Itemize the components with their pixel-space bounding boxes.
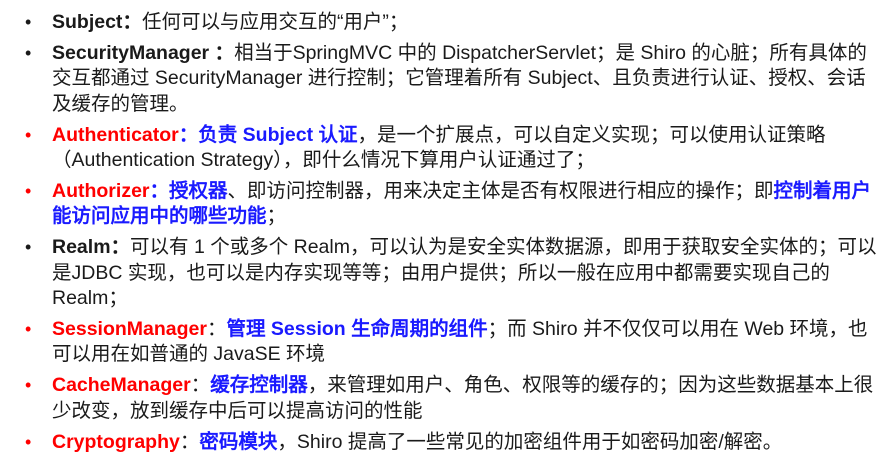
term-label: SessionManager [52,317,207,340]
list-item: • Authenticator：负责 Subject 认证，是一个扩展点，可以自定… [25,123,883,174]
description-text: ，Shiro 提高了一些常见的加密组件用于如密码加密/解密。 [277,430,783,453]
list-item: • SessionManager：管理 Session 生命周期的组件；而 Shi… [25,317,883,368]
term-label: CacheManager [52,374,191,397]
bullet-icon: • [25,180,32,201]
list-item: • CacheManager：缓存控制器，来管理如用户、角色、权限等的缓存的；因为… [25,373,883,424]
emphasis-text: 管理 Session 生命周期的组件 [226,317,488,340]
emphasis-text: 缓存控制器 [210,374,308,397]
list-item: • SecurityManager ：相当于SpringMVC 中的 Dispat… [25,41,883,117]
list-item: • Authorizer：授权器、即访问控制器，用来决定主体是否有权限进行相应的操… [25,179,883,230]
description-text: 任何可以与应用交互的“用户”； [141,11,409,33]
list-item: • Cryptography：密码模块，Shiro 提高了一些常见的加密组件用于如… [25,430,883,455]
description-text: ： [206,317,227,340]
bullet-icon: • [25,42,32,63]
bullet-icon: • [25,237,32,258]
emphasis-text: ：负责 Subject 认证 [178,123,358,146]
bullet-icon: • [25,124,32,145]
term-label: Authorizer [52,179,150,202]
bullet-icon: • [25,12,32,32]
list-item: • Realm：可以有 1 个或多个 Realm，可以认为是安全实体数据源，即用于… [25,235,883,311]
description-text: ； [266,205,287,228]
bullet-icon: • [25,318,32,339]
description-text: 可以有 1 个或多个 Realm，可以认为是安全实体数据源，即用于获取安全实体的… [52,236,877,310]
description-text: ： [179,430,200,453]
bullet-icon: • [25,375,32,396]
emphasis-text: ：授权器 [149,179,228,202]
term-label: SecurityManager ： [52,41,235,64]
description-text: ： [190,374,211,397]
bullet-list: • Subject：任何可以与应用交互的“用户”； • SecurityManager… [0,0,895,455]
emphasis-text: 密码模块 [199,430,278,453]
list-item: • Subject：任何可以与应用交互的“用户”； [25,10,883,35]
bullet-icon: • [25,431,32,452]
term-label: Realm： [52,236,131,259]
term-label: Authenticator [52,123,179,146]
description-text: 、即访问控制器，用来决定主体是否有权限进行相应的操作；即 [227,179,774,202]
term-label: Subject： [52,11,142,33]
term-label: Cryptography [52,430,180,453]
